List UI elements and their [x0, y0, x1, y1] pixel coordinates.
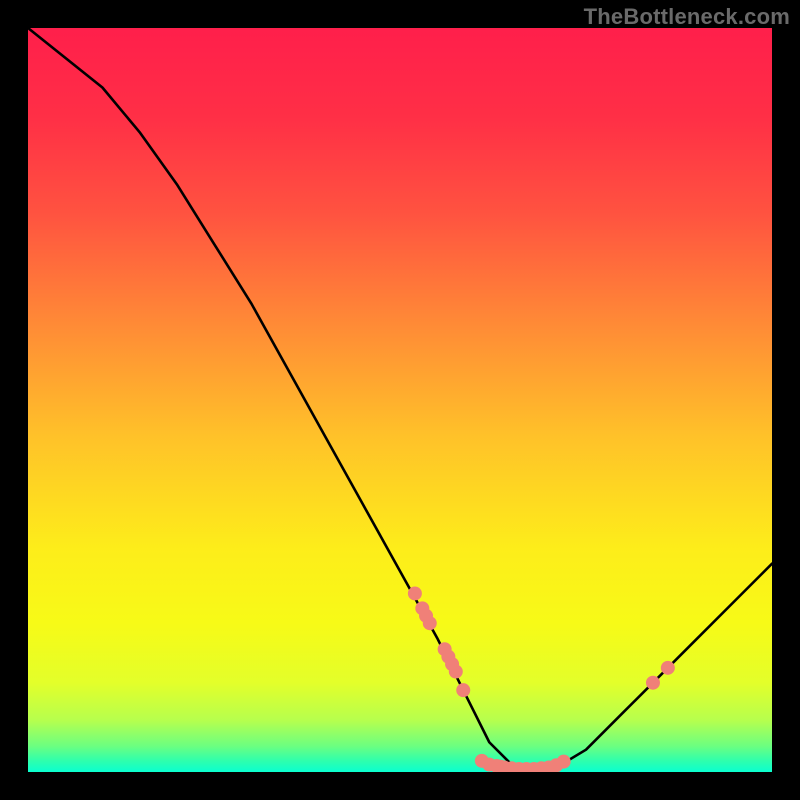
watermark-text: TheBottleneck.com: [584, 4, 790, 30]
data-marker: [661, 661, 675, 675]
data-marker: [646, 676, 660, 690]
data-marker: [456, 683, 470, 697]
data-marker: [423, 616, 437, 630]
data-marker: [557, 755, 571, 769]
chart-container: TheBottleneck.com: [0, 0, 800, 800]
marker-group: [408, 586, 675, 772]
bottleneck-curve: [28, 28, 772, 772]
curve-layer: [28, 28, 772, 772]
plot-area: [28, 28, 772, 772]
data-marker: [408, 586, 422, 600]
data-marker: [449, 665, 463, 679]
